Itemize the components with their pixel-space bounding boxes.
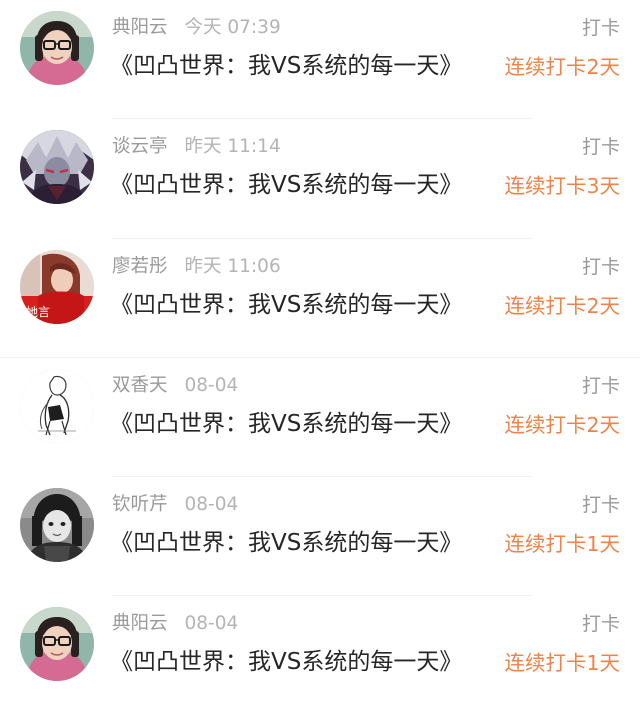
book-title[interactable]: 《凹凸世界：我VS系统的每一天》 <box>110 528 462 558</box>
feed-item[interactable]: 典阳云 08-04 《凹凸世界：我VS系统的每一天》 打卡 连续打卡1天 <box>0 596 640 715</box>
checkin-label: 打卡 <box>581 17 620 39</box>
streak-count: 连续打卡2天 <box>504 412 620 437</box>
item-meta: 谈云亭 昨天 11:14 <box>112 134 281 160</box>
username[interactable]: 典阳云 <box>112 613 168 634</box>
timestamp: 08-04 <box>184 374 239 396</box>
avatar-caption: 她言 <box>26 305 50 319</box>
streak-count: 连续打卡1天 <box>504 532 620 557</box>
item-meta: 钦听芹 08-04 <box>112 492 238 518</box>
checkin-feed: 典阳云 今天 07:39 《凹凸世界：我VS系统的每一天》 打卡 连续打卡2天 谈… <box>0 0 640 716</box>
streak-count: 连续打卡3天 <box>504 174 620 199</box>
book-title[interactable]: 《凹凸世界：我VS系统的每一天》 <box>110 51 462 81</box>
woman-with-glasses-avatar[interactable] <box>20 607 94 682</box>
feed-item[interactable]: 典阳云 今天 07:39 《凹凸世界：我VS系统的每一天》 打卡 连续打卡2天 <box>0 0 640 120</box>
username[interactable]: 钦听芹 <box>112 494 168 515</box>
woman-with-glasses-avatar[interactable] <box>20 11 94 85</box>
timestamp: 08-04 <box>184 494 239 516</box>
timestamp: 昨天 11:06 <box>184 255 281 277</box>
sketch-figure-avatar[interactable] <box>20 368 94 443</box>
checkin-label: 打卡 <box>581 136 620 159</box>
anime-character-avatar[interactable] <box>20 130 94 205</box>
streak-count: 连续打卡2天 <box>504 293 620 318</box>
red-portrait-avatar[interactable]: 她言 <box>20 249 94 324</box>
username[interactable]: 双香天 <box>112 375 168 396</box>
grayscale-girl-avatar[interactable] <box>20 488 94 563</box>
feed-item[interactable]: 钦听芹 08-04 《凹凸世界：我VS系统的每一天》 打卡 连续打卡1天 <box>0 477 640 597</box>
streak-count: 连续打卡1天 <box>504 651 620 676</box>
timestamp: 今天 07:39 <box>184 17 281 38</box>
username[interactable]: 谈云亭 <box>112 136 168 157</box>
feed-item[interactable]: 她言 廖若彤 昨天 11:06 《凹凸世界：我VS系统的每一天》 打卡 连续打卡2… <box>0 239 640 359</box>
username[interactable]: 廖若彤 <box>112 256 168 277</box>
checkin-label: 打卡 <box>581 255 620 278</box>
timestamp: 08-04 <box>184 613 239 635</box>
book-title[interactable]: 《凹凸世界：我VS系统的每一天》 <box>110 170 462 200</box>
streak-count: 连续打卡2天 <box>504 55 620 79</box>
checkin-label: 打卡 <box>581 613 620 636</box>
book-title[interactable]: 《凹凸世界：我VS系统的每一天》 <box>110 409 462 439</box>
item-meta: 廖若彤 昨天 11:06 <box>112 254 281 280</box>
feed-item[interactable]: 谈云亭 昨天 11:14 《凹凸世界：我VS系统的每一天》 打卡 连续打卡3天 <box>0 119 640 239</box>
checkin-label: 打卡 <box>581 494 620 517</box>
checkin-label: 打卡 <box>581 374 620 397</box>
book-title[interactable]: 《凹凸世界：我VS系统的每一天》 <box>110 290 462 320</box>
username[interactable]: 典阳云 <box>112 17 168 38</box>
feed-item[interactable]: 双香天 08-04 《凹凸世界：我VS系统的每一天》 打卡 连续打卡2天 <box>0 358 640 478</box>
timestamp: 昨天 11:14 <box>184 136 281 158</box>
item-meta: 典阳云 08-04 <box>112 611 238 637</box>
book-title[interactable]: 《凹凸世界：我VS系统的每一天》 <box>110 647 462 677</box>
item-meta: 典阳云 今天 07:39 <box>112 15 281 41</box>
item-meta: 双香天 08-04 <box>112 373 238 399</box>
